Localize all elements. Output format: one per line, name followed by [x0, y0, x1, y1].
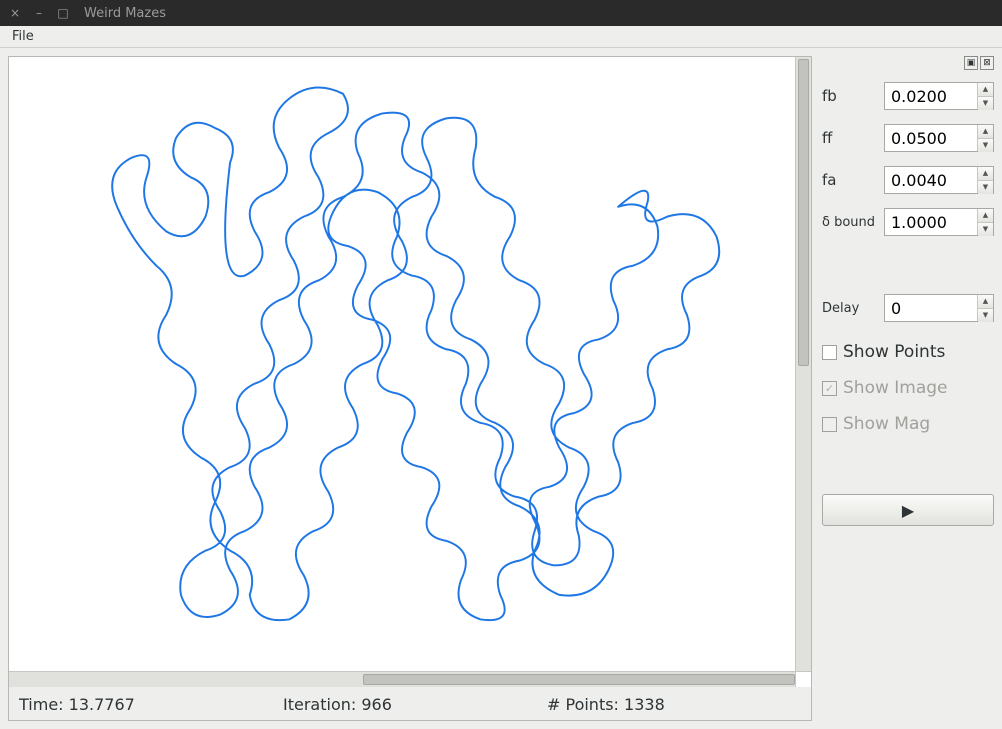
- delay-label: Delay: [822, 301, 878, 316]
- controls-panel: ▣ ⊠ fb ▲▼ ff ▲▼ fa ▲▼ δ bound: [822, 56, 994, 721]
- status-bar: Time: 13.7767 Iteration: 966 # Points: 1…: [9, 687, 811, 720]
- scrollbar-corner: [795, 671, 811, 687]
- status-iteration-label: Iteration:: [283, 695, 361, 714]
- status-points: # Points: 1338: [547, 695, 801, 714]
- delay-input[interactable]: [885, 295, 977, 321]
- horizontal-scrollbar-thumb[interactable]: [363, 674, 795, 685]
- show-points-label: Show Points: [843, 342, 945, 362]
- status-iteration: Iteration: 966: [283, 695, 537, 714]
- fa-step-up[interactable]: ▲: [978, 167, 993, 181]
- delay-spinner[interactable]: ▲▼: [884, 294, 994, 322]
- ff-step-up[interactable]: ▲: [978, 125, 993, 139]
- show-mag-checkbox: Show Mag: [822, 414, 994, 434]
- play-button[interactable]: ▶: [822, 494, 994, 526]
- checkbox-icon: ✓: [822, 381, 837, 396]
- show-image-label: Show Image: [843, 378, 948, 398]
- show-image-checkbox: ✓ Show Image: [822, 378, 994, 398]
- menubar: File: [0, 26, 1002, 48]
- maze-curve: [9, 57, 795, 671]
- fb-spinner[interactable]: ▲▼: [884, 82, 994, 110]
- window-maximize-icon[interactable]: □: [54, 4, 72, 22]
- checkbox-icon: [822, 345, 837, 360]
- status-time-value: 13.7767: [69, 695, 135, 714]
- checkbox-icon: [822, 417, 837, 432]
- dbound-step-down[interactable]: ▼: [978, 223, 993, 236]
- ff-step-down[interactable]: ▼: [978, 139, 993, 152]
- fa-input[interactable]: [885, 167, 977, 193]
- panel-close-icon[interactable]: ⊠: [980, 56, 994, 70]
- ff-input[interactable]: [885, 125, 977, 151]
- show-points-checkbox[interactable]: Show Points: [822, 342, 994, 362]
- show-mag-label: Show Mag: [843, 414, 930, 434]
- fa-spinner[interactable]: ▲▼: [884, 166, 994, 194]
- status-iteration-value: 966: [361, 695, 392, 714]
- window-close-icon[interactable]: ×: [6, 4, 24, 22]
- dbound-input[interactable]: [885, 209, 977, 235]
- status-time-label: Time:: [19, 695, 69, 714]
- horizontal-scrollbar[interactable]: [9, 671, 795, 687]
- status-time: Time: 13.7767: [19, 695, 273, 714]
- ff-spinner[interactable]: ▲▼: [884, 124, 994, 152]
- menu-file[interactable]: File: [6, 27, 40, 46]
- ff-label: ff: [822, 129, 878, 147]
- delay-step-up[interactable]: ▲: [978, 295, 993, 309]
- canvas-panel: Time: 13.7767 Iteration: 966 # Points: 1…: [8, 56, 812, 721]
- maze-canvas[interactable]: [9, 57, 795, 671]
- status-points-value: 1338: [624, 695, 665, 714]
- vertical-scrollbar[interactable]: [795, 57, 811, 671]
- window-titlebar: × – □ Weird Mazes: [0, 0, 1002, 26]
- fa-step-down[interactable]: ▼: [978, 181, 993, 194]
- window-minimize-icon[interactable]: –: [30, 4, 48, 22]
- dbound-label: δ bound: [822, 215, 878, 230]
- fa-label: fa: [822, 171, 878, 189]
- status-points-label: # Points:: [547, 695, 624, 714]
- fb-input[interactable]: [885, 83, 977, 109]
- play-icon: ▶: [902, 501, 914, 520]
- fb-step-up[interactable]: ▲: [978, 83, 993, 97]
- dbound-spinner[interactable]: ▲▼: [884, 208, 994, 236]
- delay-step-down[interactable]: ▼: [978, 309, 993, 322]
- fb-step-down[interactable]: ▼: [978, 97, 993, 110]
- dbound-step-up[interactable]: ▲: [978, 209, 993, 223]
- vertical-scrollbar-thumb[interactable]: [798, 59, 809, 366]
- fb-label: fb: [822, 87, 878, 105]
- window-title: Weird Mazes: [84, 6, 166, 21]
- panel-dock-icon[interactable]: ▣: [964, 56, 978, 70]
